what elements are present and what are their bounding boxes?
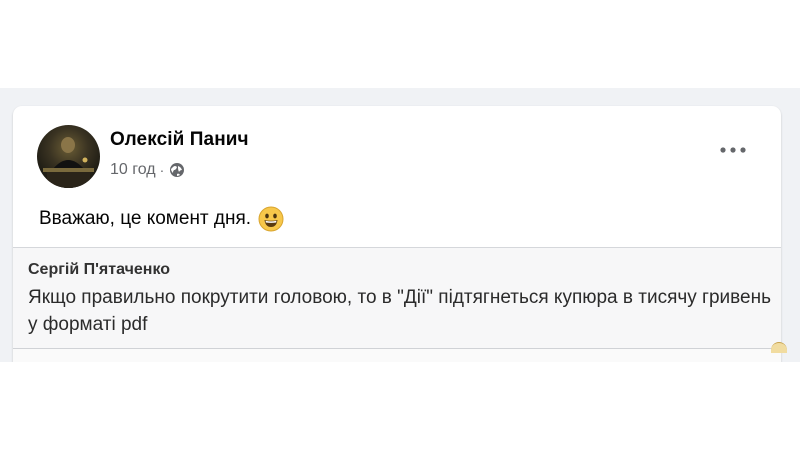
news-feed: Олексій Панич 10 год · Вважаю, це комент… (0, 88, 800, 362)
more-options-icon (720, 147, 746, 153)
post-meta: 10 год · (110, 161, 185, 179)
post-body: Вважаю, це комент дня. (39, 206, 284, 232)
quoted-comment-author: Сергій П'ятаченко (28, 261, 171, 278)
post-timestamp[interactable]: 10 год (110, 161, 156, 179)
more-options-button[interactable] (715, 140, 751, 160)
author-name[interactable]: Олексій Панич (110, 129, 249, 151)
quoted-comment[interactable]: Сергій П'ятаченко Якщо правильно покрути… (13, 247, 787, 362)
author-avatar[interactable] (37, 125, 100, 188)
globe-icon[interactable] (169, 162, 185, 178)
quoted-comment-body: Сергій П'ятаченко Якщо правильно покрути… (13, 248, 787, 353)
quoted-comment-text: Якщо правильно покрутити головою, то в "… (28, 287, 772, 335)
post-text: Вважаю, це комент дня. (39, 208, 252, 229)
reaction-edge-icon (771, 342, 787, 353)
post-card: Олексій Панич 10 год · Вважаю, це комент… (13, 106, 787, 362)
meta-separator: · (159, 162, 165, 178)
avatar-photo (43, 137, 94, 188)
grinning-face-icon (258, 206, 284, 232)
